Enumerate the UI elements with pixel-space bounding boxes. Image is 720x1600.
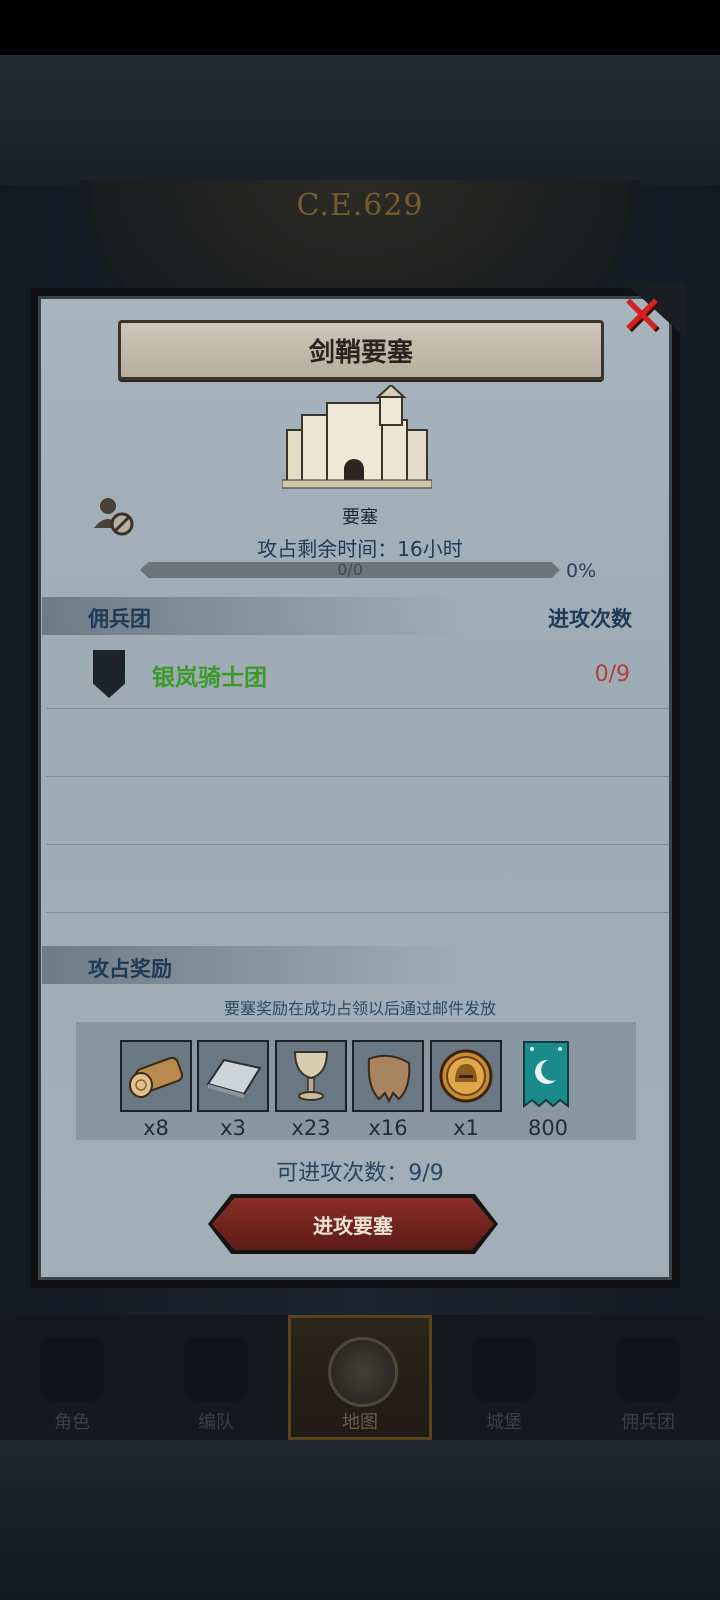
reward-qty: 800	[527, 1116, 569, 1140]
reward-qty: x8	[143, 1116, 169, 1140]
column-guild: 佣兵团	[88, 607, 151, 631]
rewards-title: 攻占奖励	[88, 957, 172, 981]
progress-percent: 0%	[566, 560, 597, 582]
knight-helmet-coin-icon	[439, 1049, 493, 1103]
dialog-title-banner: 剑鞘要塞	[118, 320, 604, 380]
reward-item[interactable]: x23	[275, 1040, 347, 1140]
guild-name: 银岚骑士团	[152, 665, 267, 691]
reward-qty: x16	[368, 1116, 408, 1140]
building-type-label: 要塞	[342, 507, 378, 528]
empty-row	[46, 776, 670, 845]
capture-timer: 攻占剩余时间：16小时	[257, 537, 463, 561]
reward-frame	[120, 1040, 192, 1112]
pelt-icon	[367, 1054, 411, 1103]
progress-text: 0/0	[337, 560, 363, 579]
reward-item[interactable]: 800	[512, 1040, 584, 1140]
rewards-note: 要塞奖励在成功占领以后通过邮件发放	[223, 999, 496, 1018]
reward-frame	[512, 1040, 580, 1112]
reward-item[interactable]: x3	[197, 1040, 269, 1140]
attack-button-label: 进攻要塞	[313, 1213, 393, 1238]
guild-attack-count: 0/9	[594, 662, 630, 687]
reward-frame	[197, 1040, 269, 1112]
reward-item[interactable]: x1	[430, 1040, 502, 1140]
empty-row	[46, 844, 670, 913]
empty-row	[46, 708, 670, 777]
reward-frame	[430, 1040, 502, 1112]
attack-fortress-button[interactable]: 进攻要塞	[212, 1198, 494, 1250]
reward-qty: x23	[291, 1116, 331, 1140]
wood-log-icon	[129, 1056, 184, 1098]
goblet-icon	[293, 1051, 329, 1101]
reward-qty: x1	[453, 1116, 479, 1140]
fortress-icon	[282, 385, 432, 489]
reward-frame	[352, 1040, 424, 1112]
guild-banner-icon	[523, 1041, 569, 1108]
column-attacks: 进攻次数	[548, 607, 632, 631]
dialog-title: 剑鞘要塞	[308, 337, 413, 368]
reward-qty: x3	[220, 1116, 246, 1140]
close-icon[interactable]: ✕	[616, 289, 668, 343]
reward-frame	[275, 1040, 347, 1112]
reward-item[interactable]: x8	[120, 1040, 192, 1140]
guild-row[interactable]	[46, 640, 670, 709]
available-attacks: 可进攻次数：9/9	[276, 1161, 444, 1186]
iron-ingot-icon	[206, 1058, 262, 1098]
reward-item[interactable]: x16	[352, 1040, 424, 1140]
